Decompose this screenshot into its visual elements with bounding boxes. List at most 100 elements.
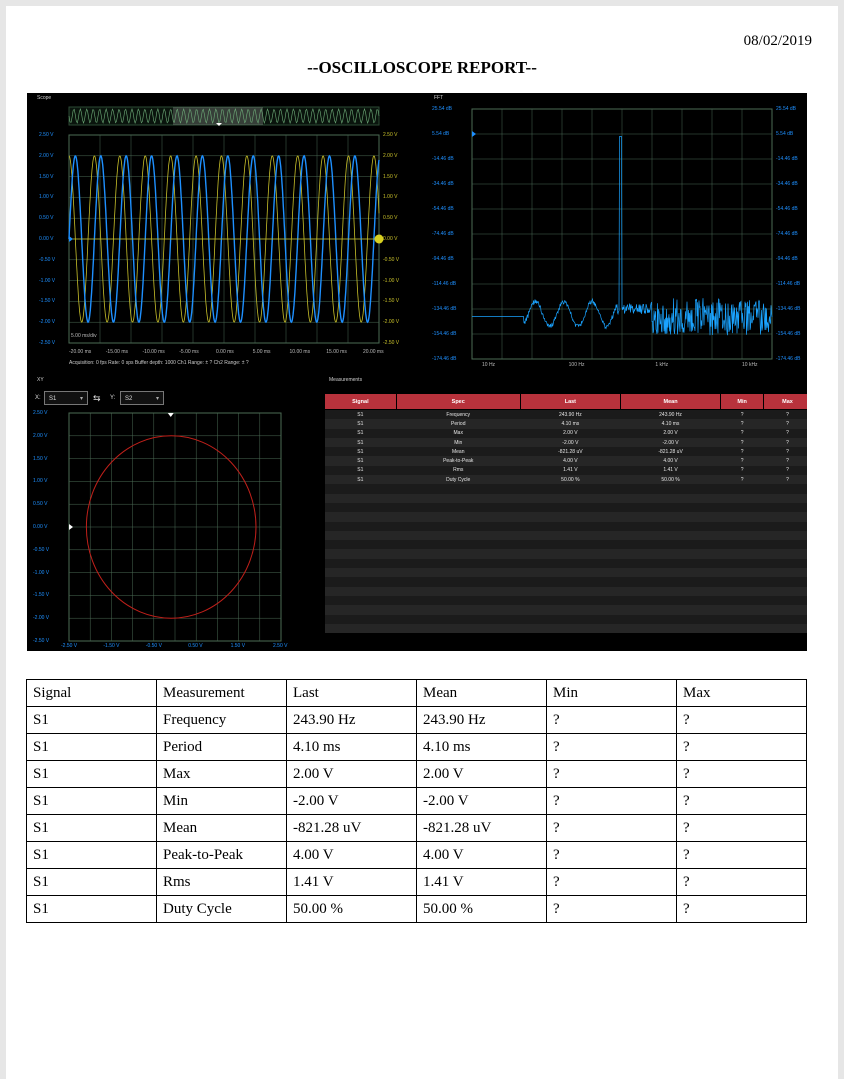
measurements-panel-cell [721, 512, 764, 521]
measurements-panel-cell [520, 512, 620, 521]
xy-x-label: -2.50 V [61, 643, 77, 649]
measurements-panel-cell: S1 [325, 447, 397, 456]
measurements-panel-cell [325, 540, 397, 549]
report-date: 08/02/2019 [744, 33, 812, 50]
fft-y-label-left: 25.54 dB [432, 106, 452, 112]
fft-y-label-right: -74.46 dB [776, 231, 798, 237]
measurements-panel-cell [764, 587, 807, 596]
measurements-panel-cell: ? [764, 456, 807, 465]
measurements-panel-header[interactable]: Max [764, 394, 807, 410]
scope-y-label-ch1: 0.00 V [39, 236, 53, 242]
fft-y-label-left: -74.46 dB [432, 231, 454, 237]
measurements-panel-header[interactable]: Signal [325, 394, 397, 410]
cell-min: ? [547, 896, 677, 923]
measurements-panel-row [325, 568, 808, 577]
measurements-panel-cell [396, 624, 520, 633]
xy-y-label: -1.00 V [33, 570, 49, 576]
cell-signal: S1 [27, 815, 157, 842]
measurements-panel-header[interactable]: Min [721, 394, 764, 410]
scope-y-label-ch2: -1.00 V [383, 278, 399, 284]
xy-y-label: 1.50 V [33, 456, 47, 462]
measurements-panel-cell [620, 503, 720, 512]
measurements-panel-cell [620, 605, 720, 614]
cell-last: 243.90 Hz [287, 707, 417, 734]
measurements-panel-cell: 4.10 ms [520, 419, 620, 428]
measurements-panel-cell: 1.41 V [620, 466, 720, 475]
cell-min: ? [547, 734, 677, 761]
measurements-panel-cell: ? [764, 447, 807, 456]
fft-y-label-left: -14.46 dB [432, 156, 454, 162]
measurements-panel-cell [325, 531, 397, 540]
measurements-panel-header[interactable]: Spec [396, 394, 520, 410]
measurements-panel-cell [396, 484, 520, 493]
measurements-panel-cell [325, 494, 397, 503]
fft-y-label-right: -14.46 dB [776, 156, 798, 162]
fft-plot [424, 93, 807, 373]
cell-signal: S1 [27, 869, 157, 896]
cell-last: 2.00 V [287, 761, 417, 788]
measurements-panel-cell: S1 [325, 438, 397, 447]
cell-measurement: Period [157, 734, 287, 761]
xy-y-label: -2.00 V [33, 615, 49, 621]
cell-max: ? [677, 896, 807, 923]
measurements-panel-cell [396, 596, 520, 605]
measurements-panel-cell [520, 577, 620, 586]
xy-x-marker [168, 413, 174, 417]
header-measurement: Measurement [157, 680, 287, 707]
measurements-panel-cell [764, 596, 807, 605]
scope-x-label: -20.00 ms [69, 349, 91, 355]
scope-x-label: 5.00 ms [253, 349, 271, 355]
scope-y-label-ch2: 1.50 V [383, 174, 397, 180]
measurements-panel-cell: S1 [325, 456, 397, 465]
measurements-panel-row: S1 Mean -821.28 uV -821.28 uV?? [325, 447, 808, 456]
fft-y-label-left: -174.46 dB [432, 356, 456, 362]
cell-max: ? [677, 842, 807, 869]
scope-x-label: 0.00 ms [216, 349, 234, 355]
measurements-panel-cell [721, 540, 764, 549]
measurements-panel-cell: 4.00 V [520, 456, 620, 465]
measurements-panel-row: S1 Peak-to-Peak 4.00 V 4.00 V?? [325, 456, 808, 465]
measurements-panel-cell: ? [764, 475, 807, 484]
measurements-panel-cell [325, 624, 397, 633]
scope-status-line: Acquisition: 0 fps Rate: 0 sps Buffer de… [69, 360, 249, 366]
measurements-panel-cell [721, 494, 764, 503]
cell-last: 1.41 V [287, 869, 417, 896]
measurements-panel-cell: Min [396, 438, 520, 447]
measurements-panel-cell: -2.00 V [620, 438, 720, 447]
fft-y-label-right: -34.46 dB [776, 181, 798, 187]
measurements-panel-cell [325, 512, 397, 521]
table-row: S1 Rms 1.41 V 1.41 V ? ? [27, 869, 807, 896]
measurements-panel-cell [396, 540, 520, 549]
scope-x-label: 20.00 ms [363, 349, 384, 355]
measurements-panel-cell: 2.00 V [520, 429, 620, 438]
cell-mean: 50.00 % [417, 896, 547, 923]
measurements-panel-cell: ? [721, 466, 764, 475]
table-row: S1 Frequency 243.90 Hz 243.90 Hz ? ? [27, 707, 807, 734]
measurements-panel-cell [620, 624, 720, 633]
measurements-panel-header[interactable]: Mean [620, 394, 720, 410]
measurements-panel-cell [520, 559, 620, 568]
cell-mean: 243.90 Hz [417, 707, 547, 734]
measurements-panel-cell: -2.00 V [520, 438, 620, 447]
measurements-panel-row [325, 549, 808, 558]
measurements-panel-cell [620, 494, 720, 503]
measurements-panel-cell [396, 531, 520, 540]
scope-y-label-ch1: 2.50 V [39, 132, 53, 138]
scope-y-label-ch1: 2.00 V [39, 153, 53, 159]
scope-y-label-ch2: 0.00 V [383, 236, 397, 242]
measurements-panel-cell [325, 568, 397, 577]
cell-last: 4.00 V [287, 842, 417, 869]
scope-y-label-ch1: -1.00 V [39, 278, 55, 284]
fft-x-label: 10 kHz [742, 362, 758, 368]
scope-y-label-ch1: 0.50 V [39, 215, 53, 221]
measurements-panel-header[interactable]: Last [520, 394, 620, 410]
measurements-panel-cell: 1.41 V [520, 466, 620, 475]
measurements-panel-cell [396, 605, 520, 614]
scope-y-label-ch1: -2.00 V [39, 319, 55, 325]
measurements-panel-cell [620, 531, 720, 540]
xy-x-label: -1.50 V [103, 643, 119, 649]
measurements-panel-row [325, 531, 808, 540]
measurements-panel-row: S1 Period 4.10 ms 4.10 ms?? [325, 419, 808, 428]
measurements-panel-cell [620, 577, 720, 586]
measurements-panel-row [325, 577, 808, 586]
